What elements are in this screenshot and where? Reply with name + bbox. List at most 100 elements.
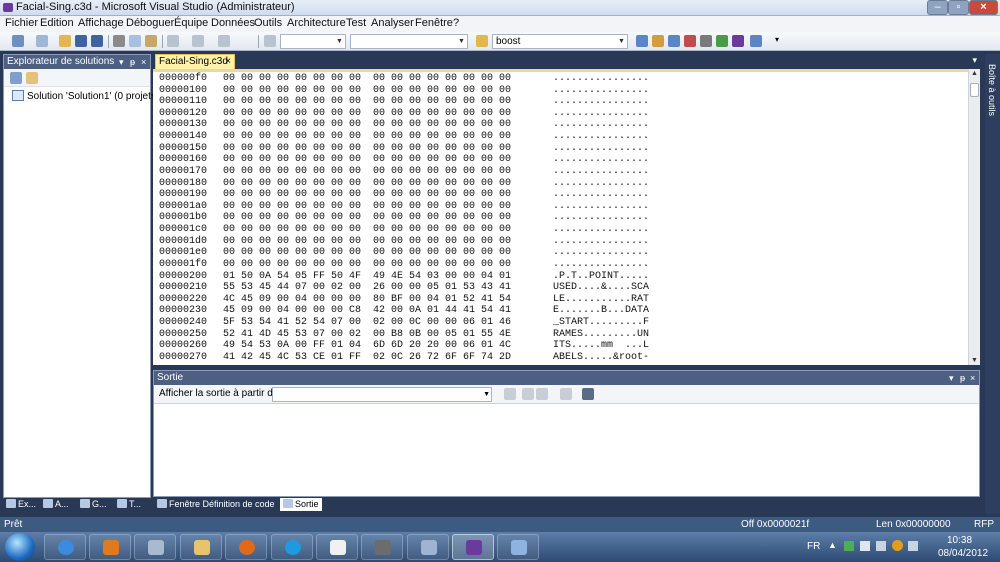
tab-list-dropdown-icon[interactable]: ▾	[972, 55, 977, 66]
skype-taskbar-button[interactable]	[271, 534, 313, 560]
show-hidden-icons-icon[interactable]: ▲	[828, 540, 837, 550]
minimize-button[interactable]: –	[927, 0, 948, 15]
hex-row[interactable]: 00000250 52 41 4D 45 53 07 00 02 00 B8 0B…	[159, 329, 649, 341]
toolbox-tab[interactable]: Boîte à outils	[987, 64, 997, 116]
hex-row[interactable]: 000001a0 00 00 00 00 00 00 00 00 00 00 00…	[159, 201, 649, 213]
scroll-down-icon[interactable]: ▼	[970, 357, 979, 364]
solution-node[interactable]: Solution 'Solution1' (0 projets)	[27, 91, 159, 102]
hex-row[interactable]: 000001e0 00 00 00 00 00 00 00 00 00 00 00…	[159, 247, 649, 259]
save-icon[interactable]	[75, 35, 87, 47]
new-project-icon[interactable]	[12, 35, 24, 47]
hex-row[interactable]: 00000210 55 53 45 44 07 00 02 00 26 00 00…	[159, 282, 649, 294]
output-source-combo[interactable]: ▼	[272, 387, 492, 402]
other-windows-icon[interactable]	[750, 35, 762, 47]
volume-icon[interactable]	[908, 541, 918, 551]
hex-row[interactable]: 00000220 4C 45 09 00 04 00 00 00 80 BF 00…	[159, 294, 649, 306]
maximize-button[interactable]: ▫	[948, 0, 969, 15]
clock-time[interactable]: 10:38	[947, 535, 972, 546]
redo-icon[interactable]	[192, 35, 204, 47]
tab-facial-sing[interactable]: Facial-Sing.c3d ×	[155, 54, 235, 69]
find-combo[interactable]: boost ▼	[492, 34, 628, 49]
copy-icon[interactable]	[129, 35, 141, 47]
paste-icon[interactable]	[145, 35, 157, 47]
notes-taskbar-button[interactable]	[316, 534, 358, 560]
properties-icon[interactable]	[652, 35, 664, 47]
hex-row[interactable]: 00000140 00 00 00 00 00 00 00 00 00 00 00…	[159, 131, 649, 143]
hex-row[interactable]: 00000100 00 00 00 00 00 00 00 00 00 00 00…	[159, 85, 649, 97]
firefox-taskbar-button[interactable]	[225, 534, 267, 560]
close-icon[interactable]: ×	[970, 371, 975, 385]
explorer-taskbar-button[interactable]	[180, 534, 222, 560]
network-taskbar-button[interactable]	[134, 534, 176, 560]
clear-all-icon[interactable]	[560, 388, 572, 400]
panel-dropdown-icon[interactable]: ▾	[949, 371, 954, 385]
menu-equipe[interactable]: Équipe	[174, 17, 208, 29]
properties-icon[interactable]	[10, 72, 22, 84]
menu-affichage[interactable]: Affichage	[78, 17, 124, 29]
menu-donnees[interactable]: Données	[211, 17, 255, 29]
open-file-icon[interactable]	[59, 35, 71, 47]
ie-taskbar-button[interactable]	[44, 534, 86, 560]
hex-row[interactable]: 00000200 01 50 0A 54 05 FF 50 4F 49 4E 54…	[159, 271, 649, 283]
hex-row[interactable]: 000000f0 00 00 00 00 00 00 00 00 00 00 00…	[159, 73, 649, 85]
scrollbar-thumb[interactable]	[970, 83, 979, 97]
hex-row[interactable]: 00000270 41 42 45 4C 53 CE 01 FF 02 0C 26…	[159, 352, 649, 364]
show-all-files-icon[interactable]	[26, 72, 38, 84]
menu-test[interactable]: Test	[346, 17, 366, 29]
window-taskbar-button[interactable]	[407, 534, 449, 560]
save-all-icon[interactable]	[91, 35, 103, 47]
toolbox-icon[interactable]	[684, 35, 696, 47]
tab-architecture[interactable]: A...	[43, 498, 69, 511]
close-button[interactable]: ×	[969, 0, 998, 15]
menu-help[interactable]: ?	[453, 17, 459, 29]
network-signal-icon[interactable]	[876, 541, 886, 551]
object-browser-icon[interactable]	[668, 35, 680, 47]
pin-icon[interactable]: ᵽ	[960, 371, 965, 385]
solution-explorer-icon[interactable]	[636, 35, 648, 47]
close-tab-icon[interactable]: ×	[225, 55, 231, 69]
previous-message-icon[interactable]	[522, 388, 534, 400]
tab-t[interactable]: T...	[117, 498, 141, 511]
hex-row[interactable]: 00000260 49 54 53 0A 00 FF 01 04 6D 6D 20…	[159, 340, 649, 352]
hex-row[interactable]: 00000160 00 00 00 00 00 00 00 00 00 00 00…	[159, 154, 649, 166]
hex-row[interactable]: 00000170 00 00 00 00 00 00 00 00 00 00 00…	[159, 166, 649, 178]
hex-row[interactable]: 00000240 5F 53 54 41 52 54 07 00 02 00 0C…	[159, 317, 649, 329]
word-wrap-icon[interactable]	[582, 388, 594, 400]
extension-manager-icon[interactable]	[716, 35, 728, 47]
hex-editor[interactable]: 000000f0 00 00 00 00 00 00 00 00 00 00 00…	[153, 69, 968, 365]
hex-row[interactable]: 00000180 00 00 00 00 00 00 00 00 00 00 00…	[159, 178, 649, 190]
pin-icon[interactable]: ᵽ	[130, 55, 135, 69]
menu-analyser[interactable]: Analyser	[371, 17, 414, 29]
start-debug-icon[interactable]	[264, 35, 276, 47]
toolbar-overflow-icon[interactable]: ▾	[775, 35, 779, 44]
tools-icon[interactable]	[700, 35, 712, 47]
menu-architecture[interactable]: Architecture	[287, 17, 346, 29]
menu-edition[interactable]: Edition	[40, 17, 74, 29]
solution-platform-combo[interactable]: ▼	[350, 34, 468, 49]
menu-deboguer[interactable]: Déboguer	[126, 17, 174, 29]
hex-row[interactable]: 00000190 00 00 00 00 00 00 00 00 00 00 00…	[159, 189, 649, 201]
hex-row[interactable]: 000001d0 00 00 00 00 00 00 00 00 00 00 00…	[159, 236, 649, 248]
tab-code-definition[interactable]: Fenêtre Définition de code	[157, 498, 275, 511]
next-message-icon[interactable]	[536, 388, 548, 400]
tab-output[interactable]: Sortie	[280, 498, 322, 511]
cut-icon[interactable]	[113, 35, 125, 47]
tab-g[interactable]: G...	[80, 498, 107, 511]
undo-icon[interactable]	[167, 35, 179, 47]
find-in-files-icon[interactable]	[476, 35, 488, 47]
hex-row[interactable]: 00000130 00 00 00 00 00 00 00 00 00 00 00…	[159, 119, 649, 131]
menu-fenetre[interactable]: Fenêtre	[415, 17, 453, 29]
tray-app-icon[interactable]	[844, 541, 854, 551]
hex-row[interactable]: 00000110 00 00 00 00 00 00 00 00 00 00 00…	[159, 96, 649, 108]
start-page-icon[interactable]	[732, 35, 744, 47]
menu-outils[interactable]: Outils	[254, 17, 282, 29]
solution-config-combo[interactable]: ▼	[280, 34, 346, 49]
app-taskbar-button[interactable]	[361, 534, 403, 560]
hex-row[interactable]: 00000230 45 09 00 04 00 00 00 C8 42 00 0A…	[159, 305, 649, 317]
close-icon[interactable]: ×	[141, 55, 146, 69]
hex-row[interactable]: 000001b0 00 00 00 00 00 00 00 00 00 00 00…	[159, 212, 649, 224]
tray-flag-icon[interactable]	[860, 541, 870, 551]
media-taskbar-button[interactable]	[89, 534, 131, 560]
navigate-icon[interactable]	[218, 35, 230, 47]
tray-warning-icon[interactable]	[892, 540, 903, 551]
